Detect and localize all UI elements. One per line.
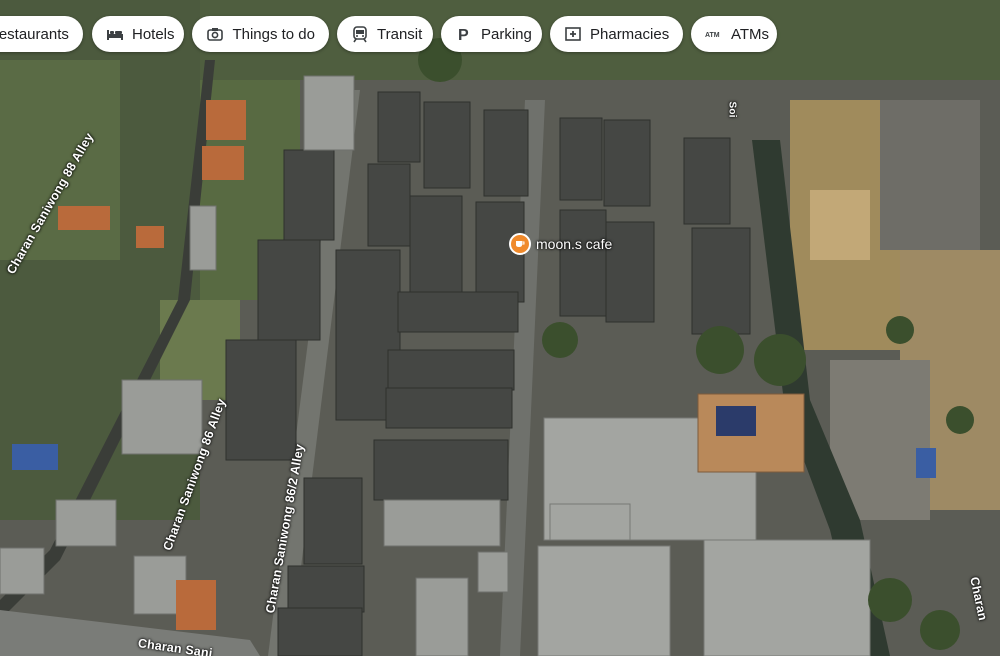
pharmacy-icon bbox=[564, 24, 582, 44]
bed-icon bbox=[106, 24, 124, 44]
chip-things-to-do[interactable]: Things to do bbox=[192, 16, 329, 52]
chip-restaurants[interactable]: Restaurants bbox=[0, 16, 83, 52]
chip-restaurants-label: Restaurants bbox=[0, 25, 69, 43]
place-marker[interactable]: moon.s cafe bbox=[509, 233, 612, 255]
map-view[interactable]: Charan Saniwong 88 Alley Charan Saniwong… bbox=[0, 0, 1000, 656]
train-icon bbox=[351, 24, 369, 44]
place-name: moon.s cafe bbox=[536, 236, 613, 252]
camera-icon bbox=[206, 24, 224, 44]
svg-text:P: P bbox=[458, 27, 469, 43]
chip-transit[interactable]: Transit bbox=[337, 16, 433, 52]
chip-parking-label: Parking bbox=[481, 25, 532, 43]
chip-pharmacies-label: Pharmacies bbox=[590, 25, 670, 43]
chip-things-to-do-label: Things to do bbox=[232, 25, 315, 43]
svg-text:ATM: ATM bbox=[705, 32, 720, 39]
category-chips: Restaurants Hotels Things to do Transit … bbox=[0, 16, 1000, 52]
chip-pharmacies[interactable]: Pharmacies bbox=[550, 16, 683, 52]
chip-atms-label: ATMs bbox=[731, 25, 770, 43]
chip-hotels-label: Hotels bbox=[132, 25, 175, 43]
chip-transit-label: Transit bbox=[377, 25, 423, 43]
chip-atms[interactable]: ATM ATMs bbox=[691, 16, 777, 52]
satellite-imagery[interactable] bbox=[0, 0, 1000, 656]
cafe-icon bbox=[509, 233, 531, 255]
road-label-soi: Soi bbox=[726, 101, 738, 118]
chip-hotels[interactable]: Hotels bbox=[92, 16, 184, 52]
chip-parking[interactable]: P Parking bbox=[441, 16, 542, 52]
parking-icon: P bbox=[455, 24, 473, 44]
atm-icon: ATM bbox=[705, 24, 723, 44]
